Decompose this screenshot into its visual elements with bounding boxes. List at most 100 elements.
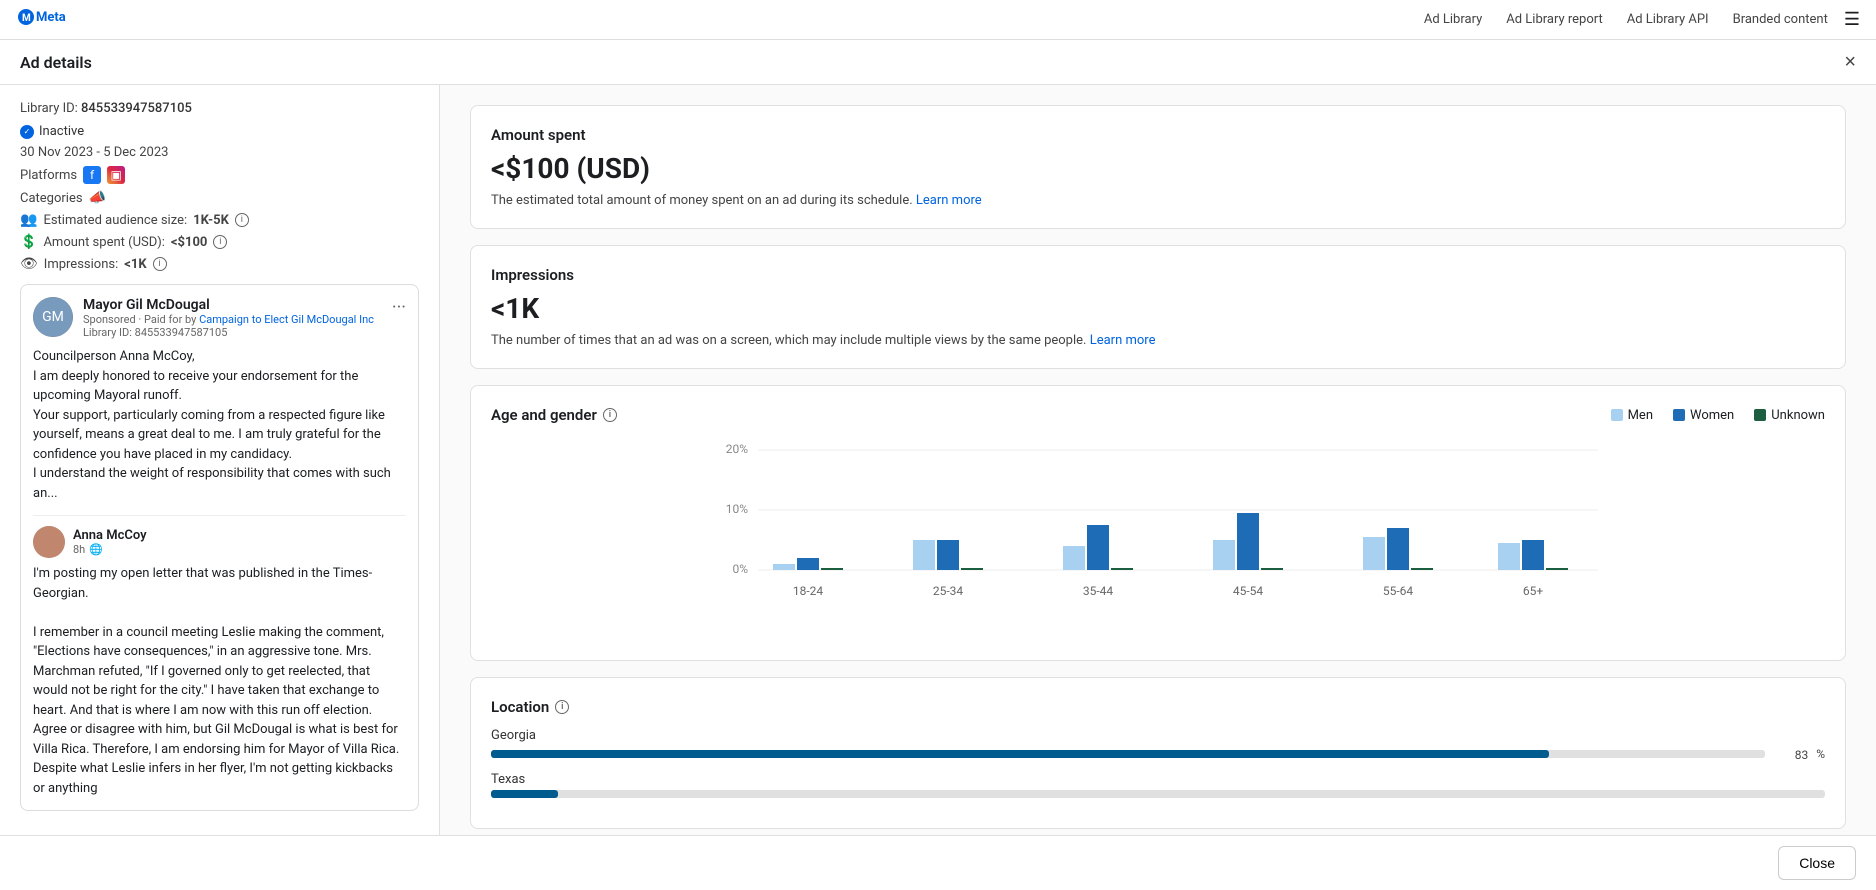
audience-value: 1K-5K — [193, 213, 229, 228]
amount-spent-value: <$100 (USD) — [491, 152, 1825, 185]
categories-row: Categories 📣 — [20, 190, 419, 206]
unknown-legend-label: Unknown — [1771, 408, 1825, 423]
impressions-info-icon[interactable]: i — [153, 257, 167, 271]
impressions-description: The number of times that an ad was on a … — [491, 333, 1825, 348]
comment-section: Anna McCoy 8h 🌐 I'm posting my open lett… — [33, 515, 406, 798]
amount-spent-description: The estimated total amount of money spen… — [491, 193, 1825, 208]
location-name-georgia: Georgia — [491, 728, 1825, 743]
legend-unknown: Unknown — [1754, 408, 1825, 423]
ad-details-modal: Ad details × Library ID: 845533947587105… — [0, 40, 1876, 890]
comment-text: I'm posting my open letter that was publ… — [33, 564, 406, 798]
comment-name: Anna McCoy — [73, 528, 147, 543]
unknown-legend-dot — [1754, 409, 1766, 421]
chart-svg: 20% 10% 0% 18-24 25-34 — [491, 440, 1825, 640]
location-info-icon[interactable]: i — [555, 700, 569, 714]
location-bar-bg-georgia — [491, 750, 1765, 758]
facebook-icon: f — [83, 166, 101, 184]
amount-label: Amount spent (USD): — [43, 235, 164, 250]
ad-card-avatar: GM — [33, 297, 73, 337]
globe-icon: 🌐 — [89, 543, 103, 556]
age-gender-info-icon[interactable]: i — [603, 408, 617, 422]
modal-close-button[interactable]: × — [1844, 52, 1856, 72]
ad-card-options-button[interactable]: ··· — [392, 297, 406, 318]
location-name-texas: Texas — [491, 772, 1825, 787]
modal-body: Library ID: 845533947587105 Inactive 30 … — [0, 85, 1876, 835]
chart-legend: Men Women Unknown — [1611, 408, 1825, 423]
svg-text:65+: 65+ — [1523, 584, 1543, 598]
modal-header: Ad details × — [0, 40, 1876, 85]
location-pct-georgia: 83 — [1773, 748, 1808, 762]
svg-text:25-34: 25-34 — [933, 584, 964, 598]
ad-card-sponsored: Sponsored · Paid for by Campaign to Elec… — [83, 313, 392, 326]
men-legend-dot — [1611, 409, 1623, 421]
age-gender-section: Age and gender i Men Women — [470, 385, 1846, 661]
impressions-learn-more-link[interactable]: Learn more — [1090, 333, 1156, 348]
modal-footer: Close — [0, 835, 1876, 890]
ad-card: GM Mayor Gil McDougal Sponsored · Paid f… — [20, 284, 419, 811]
left-panel: Library ID: 845533947587105 Inactive 30 … — [0, 85, 440, 835]
amount-info-icon[interactable]: i — [213, 235, 227, 249]
location-row-texas: Texas — [491, 772, 1825, 798]
platforms-row: Platforms f ▣ — [20, 166, 419, 184]
women-legend-label: Women — [1690, 408, 1734, 423]
ad-card-library-id: Library ID: 845533947587105 — [83, 326, 392, 339]
comment-author-info: Anna McCoy 8h 🌐 — [73, 528, 147, 556]
platforms-label: Platforms — [20, 168, 77, 183]
topbar-menu-icon[interactable]: ☰ — [1844, 9, 1860, 30]
legend-men: Men — [1611, 408, 1653, 423]
eye-icon: 👁 — [20, 256, 38, 272]
topbar-links: Ad Library Ad Library report Ad Library … — [1424, 12, 1828, 27]
library-id-label: Library ID: — [20, 101, 78, 116]
amount-row: 💲 Amount spent (USD): <$100 i — [20, 234, 419, 250]
library-id-row: Library ID: 845533947587105 — [20, 101, 419, 116]
svg-text:10%: 10% — [726, 502, 748, 516]
amount-value: <$100 — [171, 235, 207, 250]
ad-library-report-link[interactable]: Ad Library report — [1506, 12, 1602, 27]
svg-text:0%: 0% — [732, 562, 748, 576]
money-icon: 💲 — [20, 234, 37, 250]
close-button[interactable]: Close — [1778, 846, 1856, 880]
location-row-georgia: Georgia 83 % — [491, 728, 1825, 762]
ad-card-name: Mayor Gil McDougal — [83, 297, 392, 313]
comment-meta: 8h 🌐 — [73, 543, 147, 556]
status-label: Inactive — [39, 124, 84, 139]
status-dot-icon — [20, 125, 34, 139]
ad-library-api-link[interactable]: Ad Library API — [1627, 12, 1709, 27]
categories-label: Categories — [20, 191, 83, 206]
topbar: M Meta Ad Library Ad Library report Ad L… — [0, 0, 1876, 40]
chart-title: Age and gender i — [491, 406, 617, 424]
meta-logo: M Meta — [16, 7, 76, 32]
ad-card-info: Mayor Gil McDougal Sponsored · Paid for … — [83, 297, 392, 339]
library-id-value: 845533947587105 — [81, 101, 192, 116]
legend-women: Women — [1673, 408, 1734, 423]
comment-time: 8h — [73, 543, 85, 556]
avatar-image: GM — [33, 297, 73, 337]
location-title: Location i — [491, 698, 1825, 716]
amount-learn-more-link[interactable]: Learn more — [916, 193, 982, 208]
branded-content-link[interactable]: Branded content — [1733, 12, 1828, 27]
modal-title: Ad details — [20, 53, 92, 72]
ad-library-link[interactable]: Ad Library — [1424, 12, 1482, 27]
impressions-value: <1K — [124, 257, 146, 272]
paid-by-link[interactable]: Campaign to Elect Gil McDougal Inc — [199, 313, 374, 326]
location-bar-row-georgia: 83 % — [491, 746, 1825, 762]
impressions-row: 👁 Impressions: <1K i — [20, 256, 419, 272]
instagram-icon: ▣ — [107, 166, 125, 184]
comment-author: Anna McCoy 8h 🌐 — [33, 526, 406, 558]
svg-text:Meta: Meta — [36, 10, 66, 25]
svg-text:35-44: 35-44 — [1083, 584, 1114, 598]
audience-info-icon[interactable]: i — [235, 213, 249, 227]
amount-spent-card: Amount spent <$100 (USD) The estimated t… — [470, 105, 1846, 229]
location-bar-row-texas — [491, 790, 1825, 798]
men-legend-label: Men — [1628, 408, 1653, 423]
impressions-value: <1K — [491, 292, 1825, 325]
svg-text:55-64: 55-64 — [1383, 584, 1414, 598]
audience-label: Estimated audience size: — [43, 213, 187, 228]
ad-card-header: GM Mayor Gil McDougal Sponsored · Paid f… — [33, 297, 406, 339]
date-range: 30 Nov 2023 - 5 Dec 2023 — [20, 145, 419, 160]
amount-spent-title: Amount spent — [491, 126, 1825, 144]
location-section: Location i Georgia 83 % Texas — [470, 677, 1846, 829]
audience-row: 👥 Estimated audience size: 1K-5K i — [20, 212, 419, 228]
chart-header: Age and gender i Men Women — [491, 406, 1825, 424]
impressions-label: Impressions: — [44, 257, 118, 272]
